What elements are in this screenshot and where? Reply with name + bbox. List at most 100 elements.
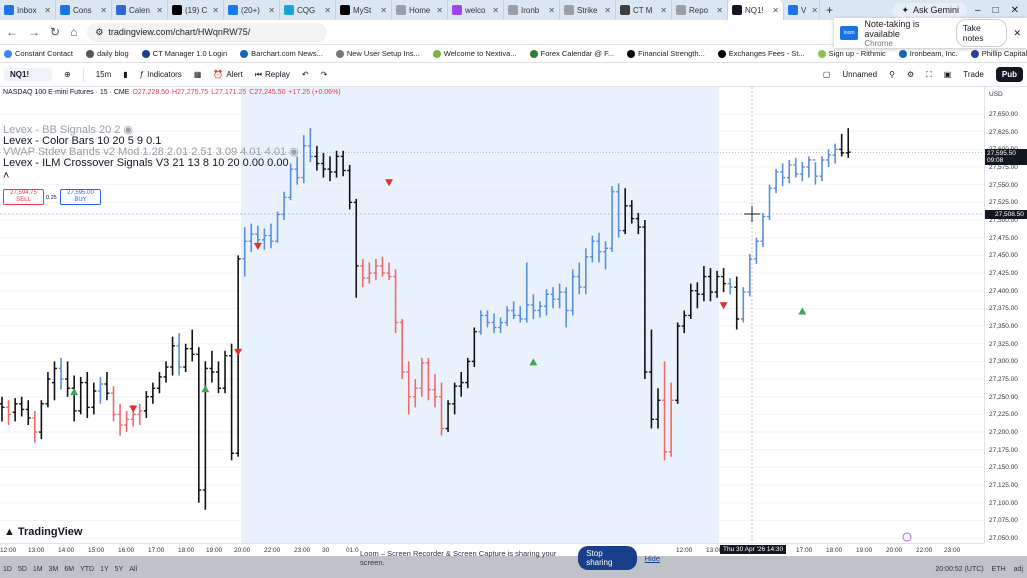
tab-close-icon[interactable]: ✕ (42, 6, 51, 15)
range-button[interactable]: 3M (49, 566, 59, 573)
tab-close-icon[interactable]: ✕ (266, 6, 275, 15)
range-button[interactable]: 1M (33, 566, 43, 573)
reload-icon[interactable]: ↻ (50, 25, 60, 39)
price-chart[interactable]: NASDAQ 100 E-mini Futures · 15 · CME O27… (0, 87, 984, 543)
ask-gemini-button[interactable]: ✦ Ask Gemini (893, 2, 967, 18)
browser-tab[interactable]: (19) C ✕ (168, 0, 224, 20)
browser-tab[interactable]: V ✕ (784, 0, 820, 20)
browser-tab[interactable]: Home ✕ (392, 0, 448, 20)
collapse-legend-button[interactable]: ˄ (0, 170, 299, 182)
price-tick-label: 27,375.00 (989, 305, 1018, 313)
tab-close-icon[interactable]: ✕ (434, 6, 443, 15)
trade-button[interactable]: Trade (963, 70, 984, 79)
alert-button[interactable]: ⏰ Alert (213, 70, 242, 79)
bookmark-item[interactable]: daily blog (85, 49, 129, 58)
browser-tab[interactable]: Cons ✕ (56, 0, 112, 20)
bookmark-item[interactable]: Forex Calendar @ F... (529, 49, 614, 58)
indicator-row[interactable]: Levex - Color Bars 10 20 5 9 0.1 (0, 135, 299, 147)
settings-icon[interactable]: ⚙ (907, 70, 914, 79)
browser-tab[interactable]: Repo ✕ (672, 0, 728, 20)
range-button[interactable]: 1Y (100, 566, 109, 573)
browser-tab[interactable]: CT M ✕ (616, 0, 672, 20)
back-icon[interactable]: ← (6, 25, 18, 39)
indicator-row[interactable]: VWAP Stdev Bands v2 Mod 1.28 2.01 2.51 3… (0, 145, 299, 159)
browser-tab[interactable]: (20+) ✕ (224, 0, 280, 20)
undo-icon[interactable]: ↶ (302, 70, 309, 79)
visibility-eye-icon[interactable]: ◉ (289, 145, 299, 158)
replay-button[interactable]: ⏮ Replay (255, 70, 290, 80)
sell-button[interactable]: 27,594.75 SELL (3, 189, 44, 205)
range-button[interactable]: 5D (18, 566, 27, 573)
browser-tab[interactable]: Calen ✕ (112, 0, 168, 20)
browser-tab[interactable]: Inbox ✕ (0, 0, 56, 20)
time-tick-label: 14:00 (58, 547, 75, 554)
forward-icon[interactable]: → (28, 25, 40, 39)
tab-close-icon[interactable]: ✕ (210, 6, 219, 15)
bookmark-item[interactable]: New User Setup Ins... (335, 49, 420, 58)
adjustment-toggle[interactable]: adj (1014, 566, 1023, 573)
bookmark-item[interactable]: Barchart.com News... (240, 49, 323, 58)
symbol-search[interactable]: NQ1! (4, 68, 52, 81)
redo-icon[interactable]: ↷ (321, 70, 328, 79)
bookmark-item[interactable]: Welcome to Nextiva... (432, 49, 517, 58)
tab-close-icon[interactable]: ✕ (322, 6, 331, 15)
layout-name[interactable]: Unnamed (842, 70, 877, 79)
url-field[interactable]: ⚙ tradingview.com/chart/HWqnRW75/ (87, 22, 328, 42)
browser-tab[interactable]: MySt ✕ (336, 0, 392, 20)
browser-tab[interactable]: NQ1! ✕ (728, 0, 784, 20)
maximize-icon[interactable]: □ (993, 5, 999, 16)
indicator-row[interactable]: Levex - BB Signals 20 2 ◉ (0, 124, 299, 137)
layout-checkbox-icon[interactable]: ▢ (823, 70, 831, 79)
session-button[interactable]: ETH (992, 566, 1006, 573)
ohlc-close: C27,245.50 (249, 89, 286, 96)
stop-sharing-button[interactable]: Stop sharing (578, 546, 637, 570)
snapshot-icon[interactable]: ▣ (944, 70, 952, 79)
site-info-icon[interactable]: ⚙ (95, 27, 103, 38)
tab-close-icon[interactable]: ✕ (602, 6, 611, 15)
range-button[interactable]: All (129, 566, 137, 573)
range-button[interactable]: 6M (64, 566, 74, 573)
tab-close-icon[interactable]: ✕ (546, 6, 555, 15)
range-button[interactable]: 5Y (115, 566, 124, 573)
tab-close-icon[interactable]: ✕ (378, 6, 387, 15)
indicator-row[interactable]: Levex - ILM Crossover Signals V3 21 13 8… (0, 157, 299, 169)
layouts-icon[interactable]: ▦ (194, 70, 202, 79)
compare-icon[interactable]: ⊕ (64, 70, 71, 79)
tab-close-icon[interactable]: ✕ (154, 6, 163, 15)
close-window-icon[interactable]: ✕ (1011, 5, 1019, 16)
quick-search-icon[interactable]: ⚲ (889, 70, 895, 79)
minimize-icon[interactable]: – (975, 5, 981, 16)
utc-clock[interactable]: 20:00:52 (UTC) (935, 566, 983, 573)
fullscreen-icon[interactable]: ⛶ (926, 70, 932, 80)
browser-tab[interactable]: welco ✕ (448, 0, 504, 20)
close-icon[interactable]: ✕ (1013, 28, 1021, 39)
price-scale[interactable]: USD 27,650.0027,625.0027,600.0027,575.00… (984, 87, 1027, 543)
range-button[interactable]: YTD (80, 566, 94, 573)
range-button[interactable]: 1D (3, 566, 12, 573)
tab-close-icon[interactable]: ✕ (98, 6, 107, 15)
tab-close-icon[interactable]: ✕ (809, 6, 818, 15)
indicators-button[interactable]: ƒ Indicators (140, 70, 182, 79)
tab-close-icon[interactable]: ✕ (770, 6, 779, 15)
bookmark-item[interactable]: Exchanges Fees - St... (717, 49, 805, 58)
publish-button[interactable]: Pub (995, 67, 1023, 82)
browser-tab[interactable]: Strike ✕ (560, 0, 616, 20)
bookmark-item[interactable]: Financial Strength... (627, 49, 705, 58)
bookmark-item[interactable]: CT Manager 1.0 Login (141, 49, 227, 58)
new-tab-button[interactable]: + (820, 3, 839, 17)
browser-tab[interactable]: CQG ✕ (280, 0, 336, 20)
tab-close-icon[interactable]: ✕ (714, 6, 723, 15)
tab-close-icon[interactable]: ✕ (490, 6, 499, 15)
bar-style-icon[interactable]: ▮ (123, 70, 127, 79)
tab-close-icon[interactable]: ✕ (658, 6, 667, 15)
bookmark-item[interactable]: Ironbeam, Inc. (898, 49, 958, 58)
browser-tab[interactable]: Ironb ✕ (504, 0, 560, 20)
home-icon[interactable]: ⌂ (70, 25, 77, 39)
interval-button[interactable]: 15m (96, 70, 112, 79)
bookmark-item[interactable]: Phillip Capital - Login (970, 49, 1027, 58)
take-notes-button[interactable]: Take notes (955, 19, 1008, 47)
buy-button[interactable]: 27,595.00 BUY (60, 189, 101, 205)
hide-button[interactable]: Hide (645, 554, 660, 563)
bookmark-item[interactable]: Constant Contact (4, 49, 73, 58)
bookmark-item[interactable]: Sign up - Rithmic (817, 49, 886, 58)
